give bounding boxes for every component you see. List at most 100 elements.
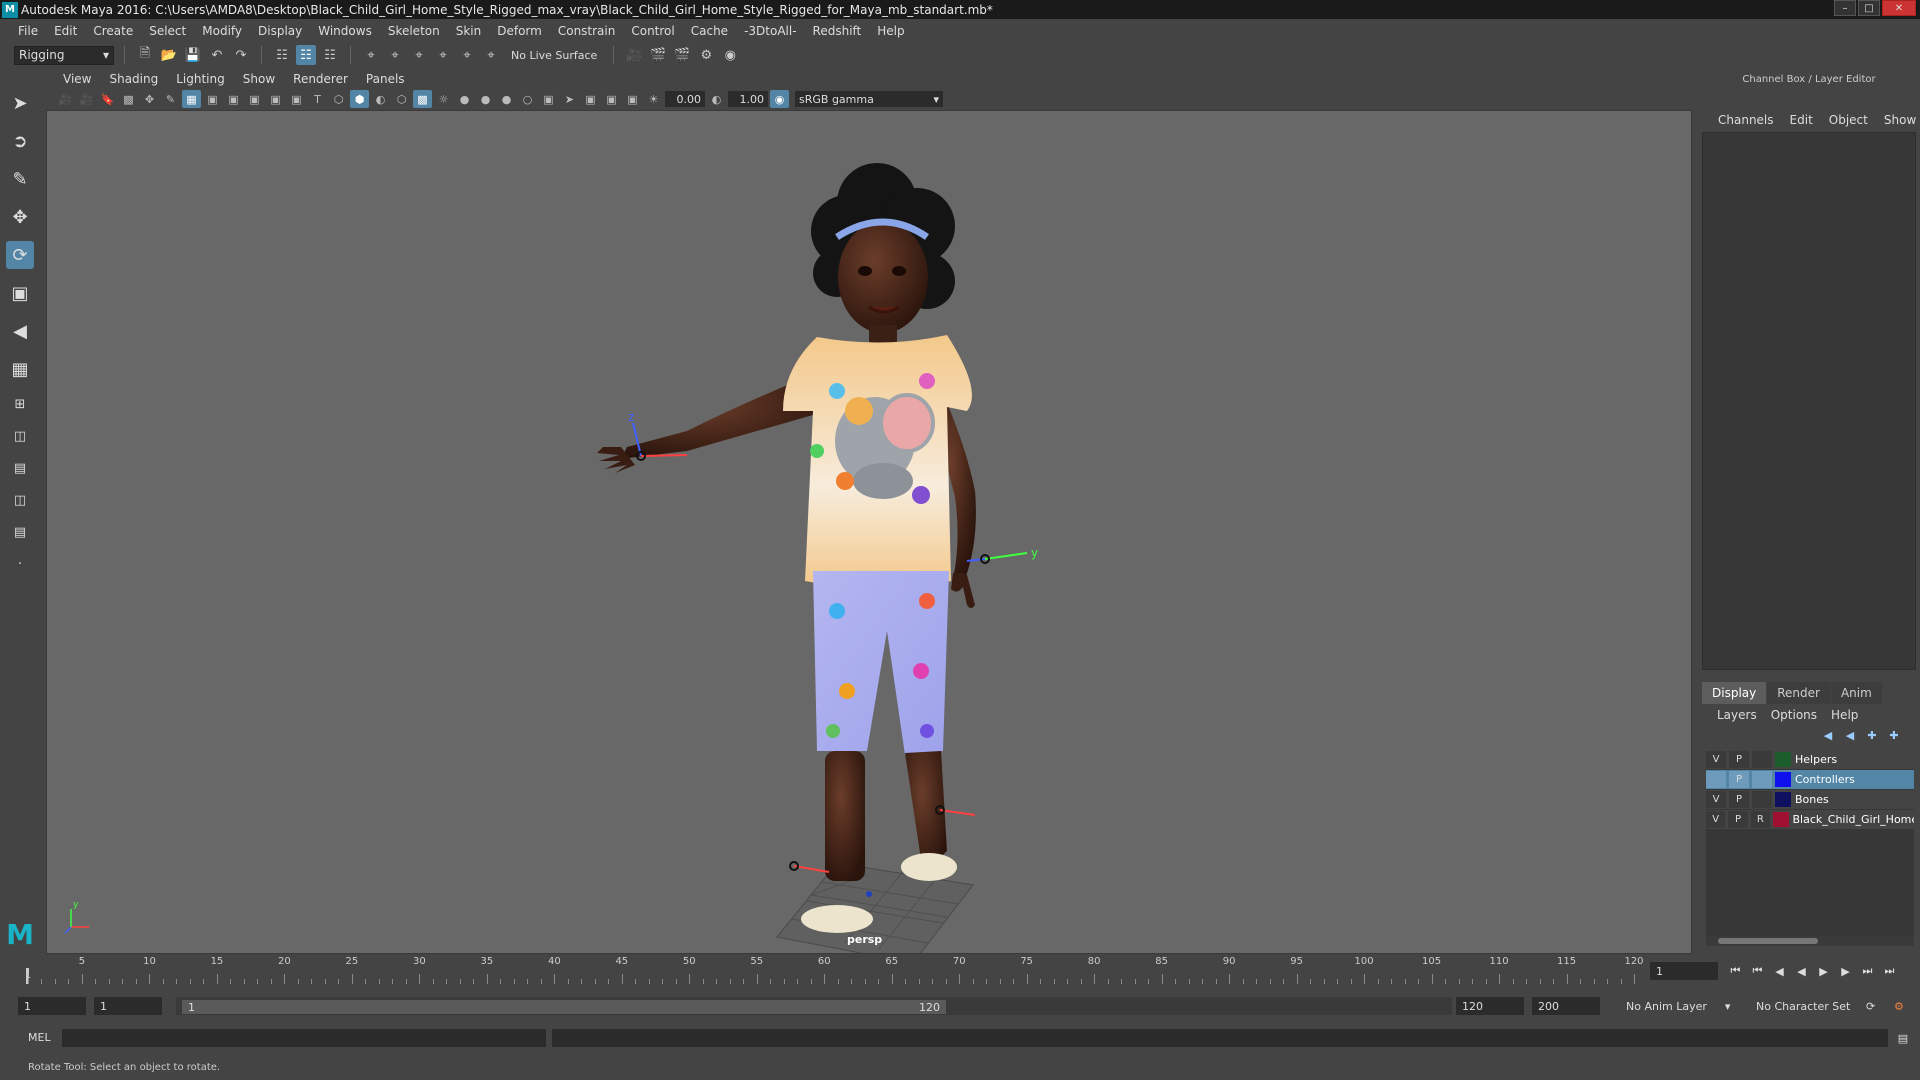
camera-attributes-icon[interactable]: 🎥 [77,90,96,108]
layer-playback-toggle[interactable]: P [1729,771,1749,788]
isolate-select-icon[interactable]: ➤ [560,90,579,108]
view-transform-dropdown[interactable]: sRGB gamma ▾ [795,91,943,107]
animation-end-field[interactable]: 200 [1532,997,1600,1015]
menu-skin[interactable]: Skin [448,24,490,38]
move-layer-down-icon[interactable]: ◀ [1842,727,1858,743]
grease-pencil-icon[interactable]: ✎ [161,90,180,108]
range-slider-track[interactable]: 1 120 [176,997,1452,1015]
panel-menu-shading[interactable]: Shading [100,72,167,86]
paint-select-tool-icon[interactable]: ✎ [6,165,34,193]
exposure-icon[interactable]: ☀ [644,90,663,108]
layer-display-type-toggle[interactable] [1752,771,1772,788]
anim-layer-dropdown[interactable]: No Anim Layer ▾ [1622,997,1742,1015]
select-camera-icon[interactable]: 🎥 [56,90,75,108]
select-tool-icon[interactable]: ➤ [6,89,34,117]
bookmark-icon[interactable]: 🔖 [98,90,117,108]
menu-redshift[interactable]: Redshift [805,24,870,38]
create-layer-icon[interactable]: ✚ [1864,727,1880,743]
render-settings-icon[interactable]: ⚙ [696,45,716,65]
snap-grid-icon[interactable]: ⌖ [361,45,381,65]
create-layer-from-selected-icon[interactable]: ✚ [1886,727,1902,743]
layer-playback-toggle[interactable]: P [1729,791,1749,808]
scale-tool-icon[interactable]: ▣ [6,279,34,307]
wireframe-on-shaded-icon[interactable]: ⬡ [392,90,411,108]
exposure-field[interactable]: 0.00 [665,91,705,107]
snap-point-icon[interactable]: ⌖ [409,45,429,65]
command-input[interactable] [62,1029,546,1047]
outliner-layout-icon[interactable]: ▤ [6,521,34,543]
minimize-button[interactable]: – [1834,0,1856,16]
cb-menu-object[interactable]: Object [1821,113,1876,127]
tab-anim[interactable]: Anim [1830,682,1882,704]
menu-create[interactable]: Create [85,24,141,38]
step-forward-frame-icon[interactable]: ▶ [1836,962,1855,980]
tab-render[interactable]: Render [1767,682,1830,704]
motion-blur-icon[interactable]: ● [497,90,516,108]
menu-deform[interactable]: Deform [489,24,550,38]
resolution-gate-icon[interactable]: ▣ [224,90,243,108]
smooth-shade-icon[interactable]: ⬢ [350,90,369,108]
gamma-field[interactable]: 1.00 [728,91,768,107]
ipr-render-icon[interactable]: 🎬 [672,45,692,65]
film-gate-icon[interactable]: ▣ [203,90,222,108]
step-back-frame-icon[interactable]: ◀ [1770,962,1789,980]
panel-menu-renderer[interactable]: Renderer [284,72,357,86]
undo-icon[interactable]: ↶ [207,45,227,65]
menu-edit[interactable]: Edit [46,24,85,38]
panel-menu-panels[interactable]: Panels [357,72,414,86]
scrollbar-thumb[interactable] [1718,938,1818,944]
le-menu-layers[interactable]: Layers [1710,708,1764,722]
use-default-material-icon[interactable]: ◐ [371,90,390,108]
play-forward-icon[interactable]: ▶ [1814,962,1833,980]
channel-box-content[interactable] [1702,132,1916,670]
panel-menu-show[interactable]: Show [234,72,284,86]
play-backward-icon[interactable]: ◀ [1792,962,1811,980]
persp-outliner-layout-icon[interactable]: ◫ [6,425,34,447]
go-to-end-icon[interactable]: ⏭ [1880,962,1899,980]
select-object-icon[interactable]: ☷ [296,45,316,65]
safe-action-icon[interactable]: ▣ [287,90,306,108]
hypershade-icon[interactable]: ◉ [720,45,740,65]
perspective-viewport[interactable]: z y y persp [46,110,1692,954]
snap-surface-icon[interactable]: ⌖ [457,45,477,65]
grid-icon[interactable]: ▦ [182,90,201,108]
layer-visibility-toggle[interactable] [1706,771,1726,788]
menu-cache[interactable]: Cache [683,24,736,38]
current-frame-field[interactable]: 1 [1650,962,1718,980]
character-set-dropdown[interactable]: No Character Set [1752,997,1862,1015]
select-hierarchy-icon[interactable]: ☷ [272,45,292,65]
save-scene-icon[interactable]: 💾 [183,45,203,65]
screen-space-ao-icon[interactable]: ● [476,90,495,108]
layer-color-swatch[interactable] [1775,772,1791,787]
xray-components-icon[interactable]: ▣ [623,90,642,108]
layer-playback-toggle[interactable]: P [1729,751,1749,768]
layer-visibility-toggle[interactable]: V [1706,811,1726,828]
layer-row[interactable]: P Controllers [1706,770,1914,789]
close-button[interactable]: ✕ [1882,0,1916,16]
animation-start-field[interactable]: 1 [18,997,86,1015]
step-back-key-icon[interactable]: ⏮ [1748,962,1767,980]
layer-visibility-toggle[interactable]: V [1706,791,1726,808]
rotate-tool-icon[interactable]: ⟳ [6,241,34,269]
shadows-icon[interactable]: ● [455,90,474,108]
tab-display[interactable]: Display [1702,682,1767,704]
xray-joints-icon[interactable]: ▣ [602,90,621,108]
layer-display-type-toggle[interactable] [1752,791,1772,808]
panel-menu-lighting[interactable]: Lighting [167,72,234,86]
snap-view-plane-icon[interactable]: ⌖ [433,45,453,65]
layer-row[interactable]: V P Bones [1706,790,1914,809]
textured-icon[interactable]: ▩ [413,90,432,108]
menu-select[interactable]: Select [141,24,194,38]
hypershade-layout-icon[interactable]: ◫ [6,489,34,511]
menu-constrain[interactable]: Constrain [550,24,624,38]
more-layouts-icon[interactable]: · [6,553,34,575]
menu-windows[interactable]: Windows [310,24,380,38]
menu-modify[interactable]: Modify [194,24,250,38]
safe-title-icon[interactable]: T [308,90,327,108]
field-chart-icon[interactable]: ▣ [266,90,285,108]
gate-mask-icon[interactable]: ▣ [245,90,264,108]
xray-icon[interactable]: ▣ [581,90,600,108]
menuset-dropdown[interactable]: Rigging ▾ [14,45,114,65]
wireframe-icon[interactable]: ⬡ [329,90,348,108]
move-layer-up-icon[interactable]: ◀ [1820,727,1836,743]
